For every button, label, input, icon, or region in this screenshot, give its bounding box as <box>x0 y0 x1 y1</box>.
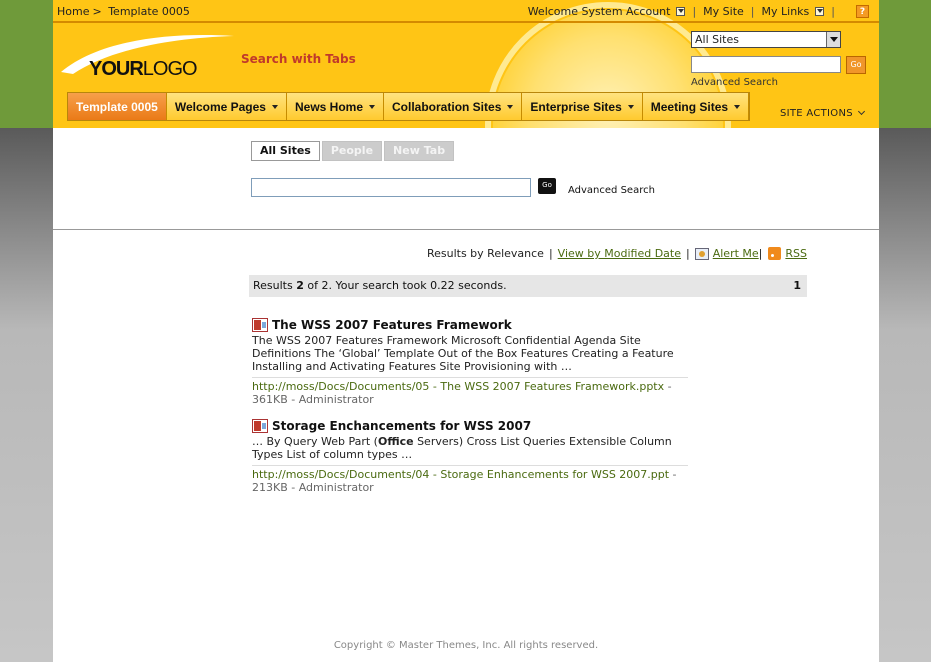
my-site-link[interactable]: My Site <box>703 5 744 18</box>
caret-down-icon <box>734 104 741 109</box>
search-tab-people[interactable]: People <box>321 141 383 161</box>
nav-tab-meeting-sites[interactable]: Meeting Sites <box>642 93 750 120</box>
my-links-menu[interactable]: My Links <box>762 5 810 18</box>
breadcrumb-separator: > <box>92 5 102 18</box>
advanced-search-link[interactable]: Advanced Search <box>568 185 655 196</box>
alert-icon[interactable] <box>694 247 709 260</box>
divider <box>53 229 879 230</box>
logo[interactable]: YOURLOGO <box>59 30 239 82</box>
result-description: The WSS 2007 Features Framework Microsof… <box>252 334 674 373</box>
search-tab-new-tab[interactable]: New Tab <box>384 141 455 161</box>
footer-copyright: Copyright © Master Themes, Inc. All righ… <box>333 640 599 651</box>
nav-tab-collaboration-sites[interactable]: Collaboration Sites <box>384 93 523 120</box>
search-scope-select[interactable]: All Sites <box>691 31 841 48</box>
powerpoint-file-icon <box>252 419 268 433</box>
help-icon[interactable]: ? <box>856 5 869 18</box>
results-status: Results 2 of 2. Your search took 0.22 se… <box>249 275 807 297</box>
site-title: Search with Tabs <box>241 52 356 66</box>
chevron-down-icon <box>857 107 865 116</box>
alert-me-link[interactable]: Alert Me <box>713 247 759 260</box>
caret-down-icon <box>369 104 376 109</box>
nav-tab-template-0005[interactable]: Template 0005 <box>68 93 167 120</box>
header-divider <box>53 21 879 23</box>
view-by-modified-date-link[interactable]: View by Modified Date <box>558 247 681 260</box>
result-title-link[interactable]: The WSS 2007 Features Framework <box>272 318 512 332</box>
result-meta: http://moss/Docs/Documents/05 - The WSS … <box>252 377 688 406</box>
caret-down-icon <box>507 104 514 109</box>
powerpoint-file-icon <box>252 318 268 332</box>
search-tab-all-sites[interactable]: All Sites <box>251 141 320 161</box>
rss-icon[interactable] <box>768 247 782 260</box>
result-url[interactable]: http://moss/Docs/Documents/05 - The WSS … <box>252 380 664 393</box>
site-actions-menu[interactable]: SITE ACTIONS <box>780 107 865 119</box>
welcome-menu[interactable]: Welcome System Account <box>528 5 671 18</box>
result-url[interactable]: http://moss/Docs/Documents/04 - Storage … <box>252 468 669 481</box>
header-advanced-search-link[interactable]: Advanced Search <box>691 77 778 88</box>
result-meta: http://moss/Docs/Documents/04 - Storage … <box>252 465 688 494</box>
nav-tab-news-home[interactable]: News Home <box>286 93 385 120</box>
nav-tab-welcome-pages[interactable]: Welcome Pages <box>166 93 287 120</box>
page-number[interactable]: 1 <box>793 275 801 297</box>
result-description: … By Query Web Part (Office Servers) Cro… <box>252 435 672 461</box>
top-navigation: Template 0005 Welcome Pages News Home Co… <box>67 92 751 121</box>
search-go-button[interactable]: Go <box>538 178 556 194</box>
header-search-go-button[interactable]: Go <box>846 56 866 74</box>
rss-link[interactable]: RSS <box>785 247 807 260</box>
results-by-relevance: Results by Relevance <box>426 247 544 260</box>
top-links: Welcome System Account | My Site | My Li… <box>528 5 869 18</box>
logo-text: YOURLOGO <box>89 58 198 80</box>
my-links-dropdown-icon[interactable] <box>815 7 825 16</box>
search-tabs: All Sites People New Tab <box>251 141 456 161</box>
header-search-input[interactable] <box>691 56 841 73</box>
result-title-link[interactable]: Storage Enchancements for WSS 2007 <box>272 419 531 433</box>
page-frame: Home > Template 0005 Welcome System Accou… <box>53 0 879 662</box>
chevron-down-icon[interactable] <box>826 32 840 47</box>
header: Home > Template 0005 Welcome System Accou… <box>53 0 879 128</box>
result-item: Storage Enchancements for WSS 2007 … By … <box>252 419 688 494</box>
breadcrumb-current[interactable]: Template 0005 <box>108 5 190 18</box>
breadcrumb-home[interactable]: Home <box>57 5 89 18</box>
nav-tab-enterprise-sites[interactable]: Enterprise Sites <box>522 93 643 120</box>
search-input[interactable] <box>251 178 531 197</box>
result-item: The WSS 2007 Features Framework The WSS … <box>252 318 688 406</box>
caret-down-icon <box>271 104 278 109</box>
caret-down-icon <box>627 104 634 109</box>
results-toolbar: Results by Relevance | View by Modified … <box>426 247 807 260</box>
welcome-dropdown-icon[interactable] <box>676 7 686 16</box>
breadcrumb: Home > Template 0005 <box>57 5 193 18</box>
